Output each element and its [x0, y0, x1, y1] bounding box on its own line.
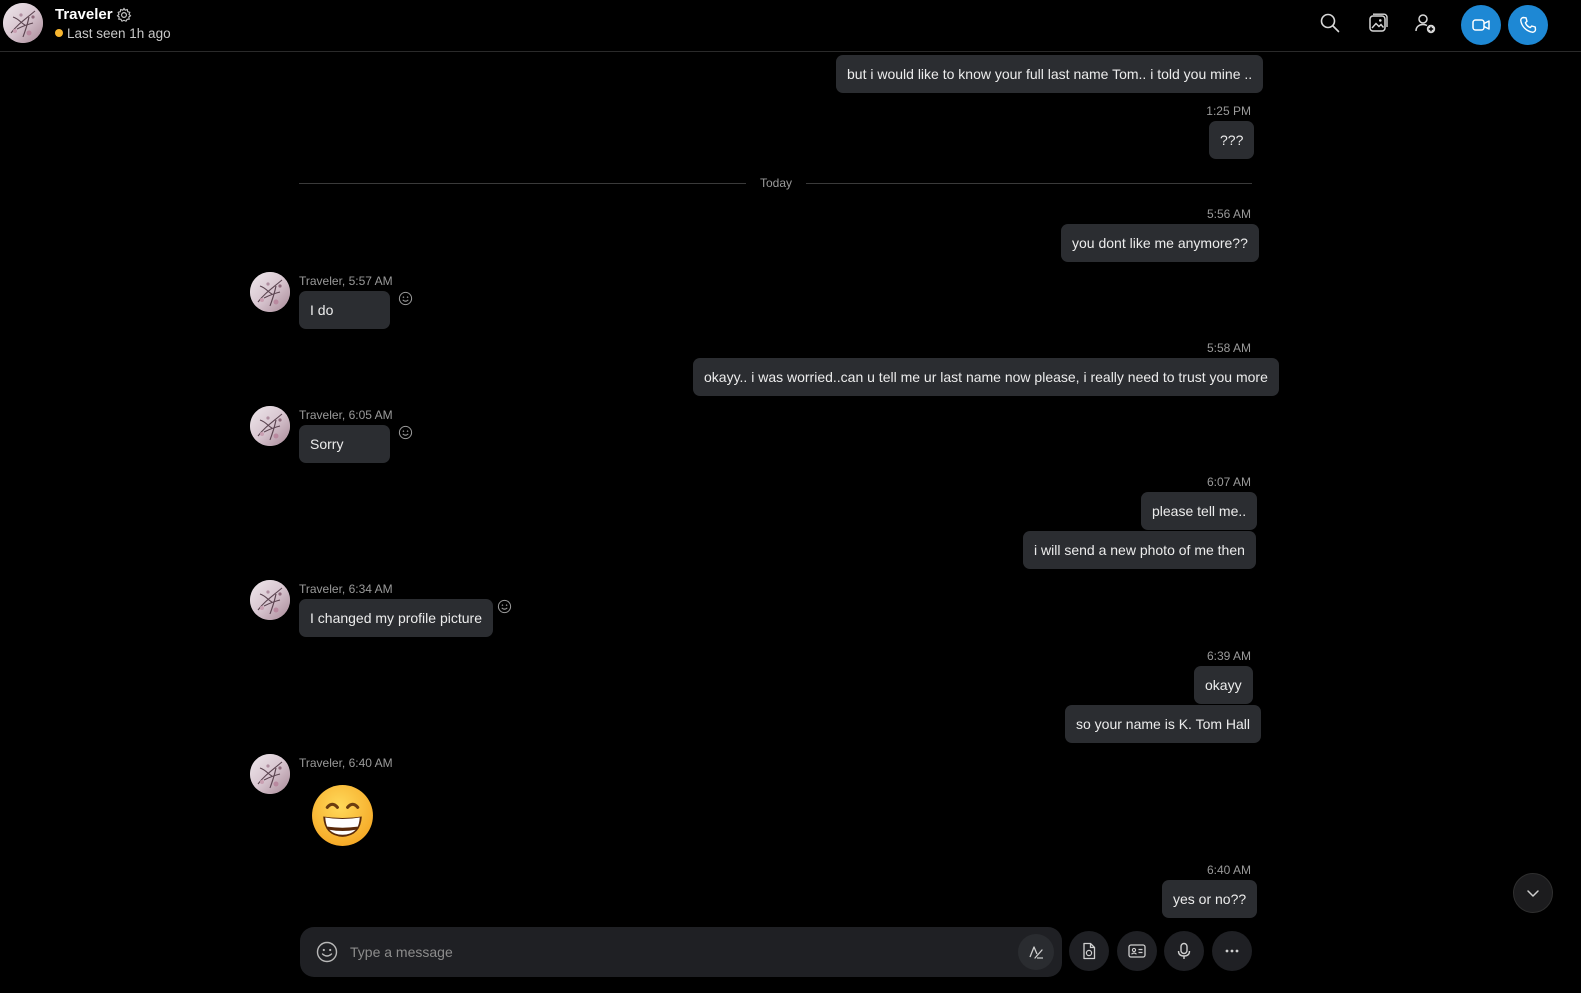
add-reaction-icon[interactable] — [398, 291, 413, 306]
incoming-message[interactable]: I do — [299, 291, 390, 329]
outgoing-message[interactable]: ??? — [1209, 121, 1255, 159]
sender-avatar[interactable] — [250, 580, 290, 620]
emoji-icon[interactable] — [315, 940, 339, 964]
sender-avatar[interactable] — [250, 406, 290, 446]
contact-card-button[interactable] — [1117, 931, 1157, 971]
outgoing-message[interactable]: i will send a new photo of me then — [1023, 531, 1256, 569]
contact-name[interactable]: Traveler — [55, 6, 113, 23]
sender-avatar[interactable] — [250, 754, 290, 794]
add-reaction-icon[interactable] — [398, 425, 413, 440]
status-text: Last seen 1h ago — [67, 26, 171, 41]
incoming-message[interactable]: Sorry — [299, 425, 390, 463]
outgoing-message[interactable]: so your name is K. Tom Hall — [1065, 705, 1262, 743]
gallery-icon[interactable] — [1366, 11, 1390, 35]
settings-gear-icon[interactable] — [116, 7, 132, 23]
scroll-to-bottom-button[interactable] — [1513, 873, 1553, 913]
chevron-down-icon — [1525, 885, 1541, 901]
add-people-icon[interactable] — [1413, 11, 1437, 35]
outgoing-message[interactable]: okayy — [1194, 666, 1253, 704]
add-file-button[interactable] — [1069, 931, 1109, 971]
audio-call-icon — [1518, 15, 1538, 35]
outgoing-message[interactable]: but i would like to know your full last … — [836, 55, 1264, 93]
message-timestamp: 5:56 AM — [1206, 207, 1251, 221]
sender-meta: Traveler, 5:57 AM — [299, 274, 393, 288]
outgoing-message[interactable]: okayy.. i was worried..can u tell me ur … — [693, 358, 1279, 396]
microphone-icon — [1174, 941, 1194, 961]
voice-message-button[interactable] — [1164, 931, 1204, 971]
message-timestamp: 6:07 AM — [1206, 475, 1251, 489]
outgoing-message[interactable]: you dont like me anymore?? — [1061, 224, 1259, 262]
add-file-icon — [1079, 941, 1099, 961]
message-timestamp: 5:58 AM — [1206, 341, 1251, 355]
contact-card-icon — [1127, 941, 1147, 961]
outgoing-message[interactable]: yes or no?? — [1162, 880, 1258, 918]
date-divider: Today — [760, 176, 793, 190]
divider-line — [806, 183, 1252, 184]
audio-call-button[interactable] — [1508, 5, 1548, 45]
message-timestamp: 6:40 AM — [1206, 863, 1251, 877]
contact-avatar[interactable] — [3, 3, 43, 43]
message-timestamp: 1:25 PM — [1206, 104, 1251, 118]
incoming-message[interactable]: I changed my profile picture — [299, 599, 493, 637]
sender-meta: Traveler, 6:05 AM — [299, 408, 393, 422]
more-icon — [1222, 941, 1242, 961]
video-call-icon — [1471, 15, 1491, 35]
sender-avatar[interactable] — [250, 272, 290, 312]
message-timestamp: 6:39 AM — [1206, 649, 1251, 663]
message-composer — [300, 927, 1062, 977]
format-text-button[interactable] — [1018, 934, 1054, 970]
beaming-face-emoji-icon[interactable] — [310, 783, 375, 848]
format-text-icon — [1027, 943, 1045, 961]
search-icon[interactable] — [1318, 11, 1342, 35]
video-call-button[interactable] — [1461, 5, 1501, 45]
outgoing-message[interactable]: please tell me.. — [1141, 492, 1258, 530]
add-reaction-icon[interactable] — [497, 599, 512, 614]
conversation-header: Traveler Last seen 1h ago — [0, 0, 1581, 52]
sender-meta: Traveler, 6:34 AM — [299, 582, 393, 596]
sender-meta: Traveler, 6:40 AM — [299, 756, 393, 770]
message-input[interactable] — [350, 939, 1000, 965]
presence-status: Last seen 1h ago — [55, 26, 171, 41]
more-options-button[interactable] — [1212, 931, 1252, 971]
divider-line — [299, 183, 746, 184]
status-dot — [55, 29, 63, 37]
